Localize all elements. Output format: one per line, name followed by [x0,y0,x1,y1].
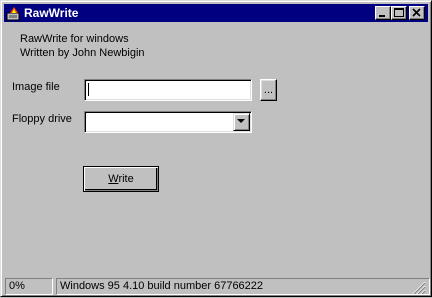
maximize-icon [394,8,404,17]
image-file-input[interactable] [84,79,252,101]
close-button[interactable] [409,6,425,20]
minimize-icon [379,15,385,17]
close-icon [412,8,421,17]
write-label-rest: rite [118,173,134,185]
floppy-drive-label: Floppy drive [12,113,72,125]
browse-button[interactable]: ... [260,79,277,101]
status-message: Windows 95 4.10 build number 67766222 [56,278,430,295]
text-caret [88,83,89,96]
chevron-down-icon [237,119,245,123]
floppy-drive-select[interactable] [84,111,252,133]
image-file-label: Image file [12,81,60,93]
minimize-button[interactable] [375,6,391,20]
about-line-product: RawWrite for windows [20,33,129,45]
about-line-author: Written by John Newbigin [20,47,145,59]
window-title: RawWrite [24,6,79,20]
rawwrite-window: RawWrite RawWrite for windows Written by… [0,0,432,297]
maximize-button[interactable] [391,6,407,20]
status-bar: 0% Windows 95 4.10 build number 67766222 [4,276,430,295]
status-progress: 0% [5,278,53,295]
write-button[interactable]: Write [83,166,159,192]
floppy-writer-icon[interactable] [6,5,22,21]
floppy-drive-dropdown-button[interactable] [233,113,250,131]
resize-grip[interactable] [412,281,426,295]
write-mnemonic: W [108,173,119,185]
title-bar[interactable]: RawWrite [4,4,428,22]
